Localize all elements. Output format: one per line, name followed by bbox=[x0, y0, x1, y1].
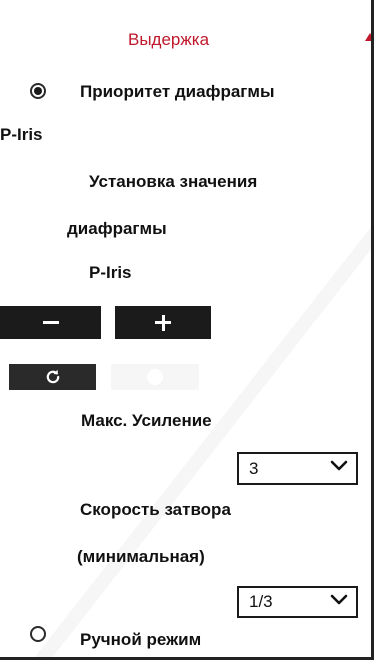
aperture-priority-radio[interactable] bbox=[30, 83, 46, 99]
max-gain-label: Макс. Усиление bbox=[81, 411, 212, 430]
disabled-toggle bbox=[111, 364, 199, 390]
shutter-speed-select[interactable]: 1/3 bbox=[237, 586, 358, 618]
aperture-priority-label: Приоритет диафрагмы bbox=[80, 82, 275, 101]
shutter-speed-label: Скорость затвора bbox=[80, 500, 231, 519]
manual-mode-label: Ручной режим bbox=[80, 630, 202, 649]
iris-control-label: P-Iris bbox=[89, 263, 132, 282]
reset-button[interactable] bbox=[9, 364, 96, 390]
chevron-down-icon bbox=[330, 594, 348, 605]
plus-button[interactable] bbox=[115, 306, 211, 339]
shutter-speed-value: 1/3 bbox=[249, 592, 273, 611]
radio-selected-dot bbox=[34, 87, 42, 95]
max-gain-select[interactable]: 3 bbox=[237, 452, 358, 485]
aperture-setting-label-cont: диафрагмы bbox=[67, 219, 167, 238]
iris-mode-label: P-Iris bbox=[0, 125, 43, 144]
toggle-knob bbox=[147, 369, 163, 385]
minus-icon bbox=[42, 321, 59, 324]
max-gain-value: 3 bbox=[249, 458, 259, 478]
triangle-up-icon[interactable] bbox=[365, 33, 371, 41]
minus-button[interactable] bbox=[0, 306, 101, 339]
plus-icon bbox=[155, 314, 171, 331]
chevron-down-icon bbox=[330, 460, 348, 471]
section-title[interactable]: Выдержка bbox=[128, 30, 209, 50]
exposure-panel: Выдержка Приоритет диафрагмы P-Iris Уста… bbox=[0, 0, 374, 660]
manual-mode-radio[interactable] bbox=[30, 626, 46, 642]
refresh-icon bbox=[46, 369, 59, 384]
shutter-speed-label-cont: (минимальная) bbox=[77, 547, 205, 566]
aperture-setting-label: Установка значения bbox=[89, 172, 258, 191]
